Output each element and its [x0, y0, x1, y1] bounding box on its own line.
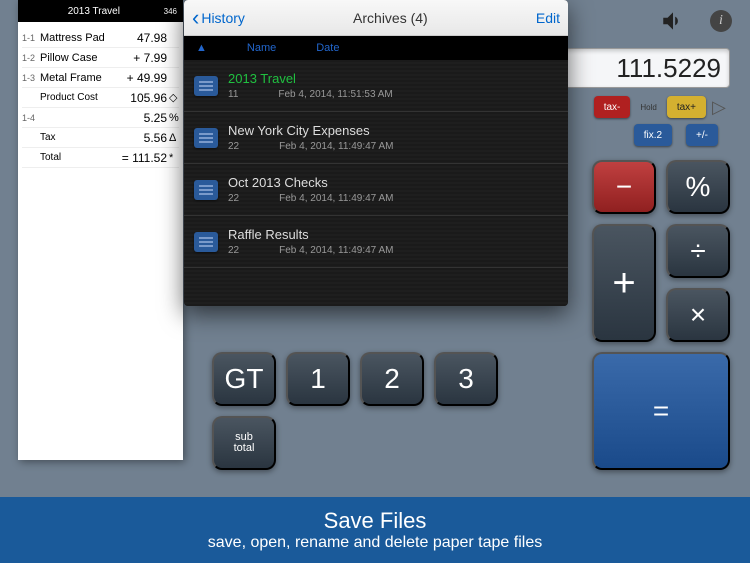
archive-row[interactable]: Raffle Results 22 Feb 4, 2014, 11:49:47 … — [184, 216, 568, 268]
banner-subtitle: save, open, rename and delete paper tape… — [208, 534, 542, 552]
function-row-2: fix.2 +/- — [634, 124, 718, 146]
key-2[interactable]: 2 — [360, 352, 424, 406]
chevron-right-icon[interactable]: ▷ — [712, 96, 730, 118]
fix2-button[interactable]: fix.2 — [634, 124, 672, 146]
archive-name: 2013 Travel — [228, 71, 558, 86]
tape-count: 346 — [164, 7, 177, 16]
archive-count: 11 — [228, 89, 238, 100]
banner-title: Save Files — [324, 508, 427, 534]
tape-row: Total = 111.52 * — [22, 148, 179, 168]
archive-date: Feb 4, 2014, 11:49:47 AM — [279, 193, 393, 204]
tax-plus-button[interactable]: tax+ — [667, 96, 706, 118]
archive-name: Oct 2013 Checks — [228, 175, 558, 190]
tape-title: 2013 Travel — [24, 6, 164, 17]
archive-count: 22 — [228, 193, 239, 204]
col-date[interactable]: Date — [316, 42, 339, 54]
archive-name: Raffle Results — [228, 227, 558, 242]
archive-count: 22 — [228, 141, 239, 152]
hold-label: Hold — [636, 96, 660, 118]
archive-date: Feb 4, 2014, 11:51:53 AM — [278, 89, 392, 100]
tax-minus-button[interactable]: tax- — [594, 96, 631, 118]
times-key[interactable]: × — [666, 288, 730, 342]
archive-icon — [194, 128, 218, 148]
archive-row[interactable]: Oct 2013 Checks 22 Feb 4, 2014, 11:49:47… — [184, 164, 568, 216]
archive-row[interactable]: 2013 Travel 11 Feb 4, 2014, 11:51:53 AM — [184, 60, 568, 112]
calculator-display: 111.5229 — [550, 48, 730, 88]
tape-row: Product Cost 105.96 ◇ — [22, 88, 179, 108]
archive-date: Feb 4, 2014, 11:49:47 AM — [279, 245, 393, 256]
paper-tape: 2013 Travel 346 1-1 Mattress Pad 47.98 1… — [18, 0, 183, 460]
plus-minus-button[interactable]: +/- — [686, 124, 718, 146]
key-3[interactable]: 3 — [434, 352, 498, 406]
modal-title: Archives (4) — [353, 10, 428, 26]
top-icons: i — [660, 8, 732, 34]
tape-rows: 1-1 Mattress Pad 47.98 1-2 Pillow Case +… — [18, 22, 183, 174]
subtotal-key[interactable]: sub total — [212, 416, 276, 470]
tape-row: Tax 5.56 Δ — [22, 128, 179, 148]
modal-nav: History Archives (4) Edit — [184, 0, 568, 36]
tape-row: 1-2 Pillow Case + 7.99 — [22, 48, 179, 68]
edit-button[interactable]: Edit — [536, 10, 560, 26]
tape-row: 1-1 Mattress Pad 47.98 — [22, 28, 179, 48]
sort-icon[interactable]: ▲ — [196, 42, 207, 54]
archive-name: New York City Expenses — [228, 123, 558, 138]
info-icon[interactable]: i — [710, 10, 732, 32]
plus-key[interactable]: + — [592, 224, 656, 342]
back-button[interactable]: History — [192, 5, 245, 31]
modal-column-header: ▲ Name Date — [184, 36, 568, 60]
minus-key[interactable]: − — [592, 160, 656, 214]
divide-key[interactable]: ÷ — [666, 224, 730, 278]
archives-modal: History Archives (4) Edit ▲ Name Date 20… — [184, 0, 568, 306]
tape-row: 1-3 Metal Frame + 49.99 — [22, 68, 179, 88]
gt-key[interactable]: GT — [212, 352, 276, 406]
percent-key[interactable]: % — [666, 160, 730, 214]
archive-icon — [194, 232, 218, 252]
archive-icon — [194, 180, 218, 200]
archive-count: 22 — [228, 245, 239, 256]
key-1[interactable]: 1 — [286, 352, 350, 406]
archive-date: Feb 4, 2014, 11:49:47 AM — [279, 141, 393, 152]
archive-row[interactable]: New York City Expenses 22 Feb 4, 2014, 1… — [184, 112, 568, 164]
archive-list[interactable]: 2013 Travel 11 Feb 4, 2014, 11:51:53 AM … — [184, 60, 568, 306]
sound-icon[interactable] — [660, 8, 686, 34]
tape-header: 2013 Travel 346 — [18, 0, 183, 22]
tape-row: 1-4 5.25 % — [22, 108, 179, 128]
archive-icon — [194, 76, 218, 96]
function-row-1: tax- Hold tax+ ▷ — [594, 96, 730, 118]
equals-key[interactable]: = — [592, 352, 730, 470]
promo-banner: Save Files save, open, rename and delete… — [0, 497, 750, 563]
col-name[interactable]: Name — [247, 42, 276, 54]
